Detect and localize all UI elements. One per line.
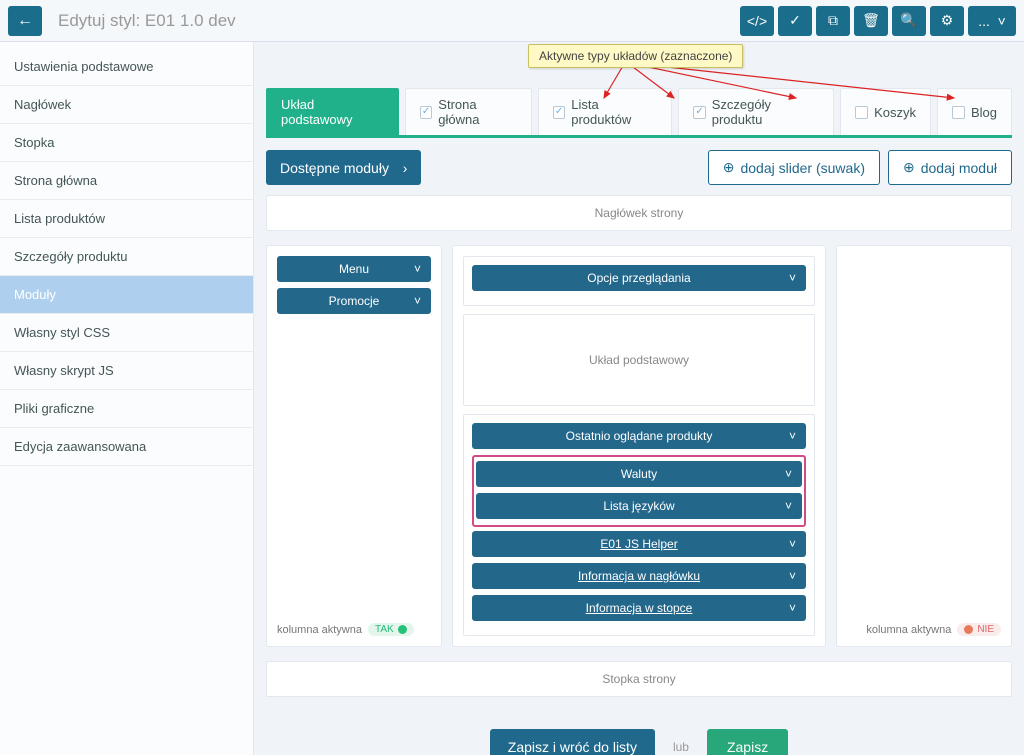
code-icon[interactable]: </> — [740, 6, 774, 36]
module-item-recent-products[interactable]: Ostatnio oglądane produkty˅ — [472, 423, 806, 449]
add-module-button[interactable]: ⊕ dodaj moduł — [888, 150, 1012, 185]
middle-column: Opcje przeglądania˅ Układ podstawowy Ost… — [452, 245, 826, 647]
chevron-down-icon: ˅ — [789, 601, 796, 615]
save-button[interactable]: Zapisz — [707, 729, 788, 755]
module-item-promotions[interactable]: Promocje˅ — [277, 288, 431, 314]
sidebar-item-modules[interactable]: Moduły — [0, 276, 253, 314]
tooltip-active-layouts: Aktywne typy układów (zaznaczone) — [528, 44, 743, 68]
checkbox-icon[interactable]: ✓ — [855, 106, 868, 119]
tab-product-list[interactable]: ✓Lista produktów — [538, 88, 672, 135]
top-bar: ← Edytuj styl: E01 1.0 dev </> ✓ ⧉ 🗑 🔍 ⚙… — [0, 0, 1024, 42]
sidebar-item-graphics[interactable]: Pliki graficzne — [0, 390, 253, 428]
header-section-label: Nagłówek strony — [267, 206, 1011, 220]
checkbox-icon[interactable]: ✓ — [952, 106, 965, 119]
add-slider-button[interactable]: ⊕ dodaj slider (suwak) — [708, 150, 880, 185]
chevron-down-icon: ˅ — [414, 294, 421, 308]
sidebar-item-advanced-edit[interactable]: Edycja zaawansowana — [0, 428, 253, 466]
checkbox-icon[interactable]: ✓ — [420, 106, 432, 119]
or-label: lub — [673, 740, 689, 754]
module-item-js-helper[interactable]: E01 JS Helper˅ — [472, 531, 806, 557]
left-column: Menu˅ Promocje˅ kolumna aktywna TAK — [266, 245, 442, 647]
sidebar-item-header[interactable]: Nagłówek — [0, 86, 253, 124]
search-icon[interactable]: 🔍 — [892, 6, 926, 36]
sidebar-item-footer[interactable]: Stopka — [0, 124, 253, 162]
copy-icon[interactable]: ⧉ — [816, 6, 850, 36]
module-item-menu[interactable]: Menu˅ — [277, 256, 431, 282]
module-item-languages[interactable]: Lista języków˅ — [476, 493, 802, 519]
module-item-currencies[interactable]: Waluty˅ — [476, 461, 802, 487]
tab-product-details[interactable]: ✓Szczegóły produktu — [678, 88, 834, 135]
action-row: Dostępne moduły › ⊕ dodaj slider (suwak)… — [266, 150, 1012, 185]
header-section: Nagłówek strony — [266, 195, 1012, 231]
layout-tabs: Układ podstawowy ✓Strona główna ✓Lista p… — [266, 88, 1012, 138]
tab-home[interactable]: ✓Strona główna — [405, 88, 532, 135]
sidebar-item-custom-css[interactable]: Własny styl CSS — [0, 314, 253, 352]
footer-buttons: Zapisz i wróć do listy lub Zapisz — [266, 711, 1012, 755]
active-badge-yes: TAK — [368, 623, 414, 636]
checkbox-icon[interactable]: ✓ — [553, 106, 565, 119]
checkbox-icon[interactable]: ✓ — [693, 106, 705, 119]
right-column-footer: kolumna aktywna NIE — [847, 613, 1001, 636]
sidebar-item-custom-js[interactable]: Własny skrypt JS — [0, 352, 253, 390]
top-actions: </> ✓ ⧉ 🗑 🔍 ⚙ ... ˅ — [740, 6, 1016, 36]
gear-icon[interactable]: ⚙ — [930, 6, 964, 36]
sidebar: Ustawienia podstawowe Nagłówek Stopka St… — [0, 42, 254, 755]
main-content: Aktywne typy układów (zaznaczone) Układ … — [254, 42, 1024, 755]
trash-icon[interactable]: 🗑 — [854, 6, 888, 36]
module-item-browsing-options[interactable]: Opcje przeglądania˅ — [472, 265, 806, 291]
page-title: Edytuj styl: E01 1.0 dev — [50, 11, 236, 31]
module-item-header-info[interactable]: Informacja w nagłówku˅ — [472, 563, 806, 589]
chevron-down-icon: ˅ — [789, 537, 796, 551]
left-column-footer: kolumna aktywna TAK — [277, 613, 431, 636]
check-icon[interactable]: ✓ — [778, 6, 812, 36]
highlighted-group: Waluty˅ Lista języków˅ — [472, 455, 806, 527]
chevron-down-icon: ˅ — [785, 467, 792, 481]
layout-columns: Menu˅ Promocje˅ kolumna aktywna TAK Opcj… — [266, 245, 1012, 647]
basic-layout-placeholder: Układ podstawowy — [463, 314, 815, 406]
footer-section: Stopka strony — [266, 661, 1012, 697]
more-icon[interactable]: ... ˅ — [968, 6, 1016, 36]
available-modules-button[interactable]: Dostępne moduły › — [266, 150, 421, 185]
chevron-down-icon: ˅ — [414, 262, 421, 276]
sidebar-item-product-list[interactable]: Lista produktów — [0, 200, 253, 238]
back-button[interactable]: ← — [8, 6, 42, 36]
tab-blog[interactable]: ✓Blog — [937, 88, 1012, 135]
tab-cart[interactable]: ✓Koszyk — [840, 88, 931, 135]
sidebar-item-home[interactable]: Strona główna — [0, 162, 253, 200]
tab-basic-layout[interactable]: Układ podstawowy — [266, 88, 399, 135]
chevron-down-icon: ˅ — [789, 569, 796, 583]
chevron-down-icon: ˅ — [785, 499, 792, 513]
active-badge-no: NIE — [957, 623, 1001, 636]
sidebar-item-product-details[interactable]: Szczegóły produktu — [0, 238, 253, 276]
chevron-down-icon: ˅ — [789, 429, 796, 443]
module-item-footer-info[interactable]: Informacja w stopce˅ — [472, 595, 806, 621]
sidebar-item-basic-settings[interactable]: Ustawienia podstawowe — [0, 48, 253, 86]
right-column: kolumna aktywna NIE — [836, 245, 1012, 647]
chevron-down-icon: ˅ — [789, 271, 796, 285]
footer-section-label: Stopka strony — [267, 672, 1011, 686]
save-and-back-button[interactable]: Zapisz i wróć do listy — [490, 729, 655, 755]
